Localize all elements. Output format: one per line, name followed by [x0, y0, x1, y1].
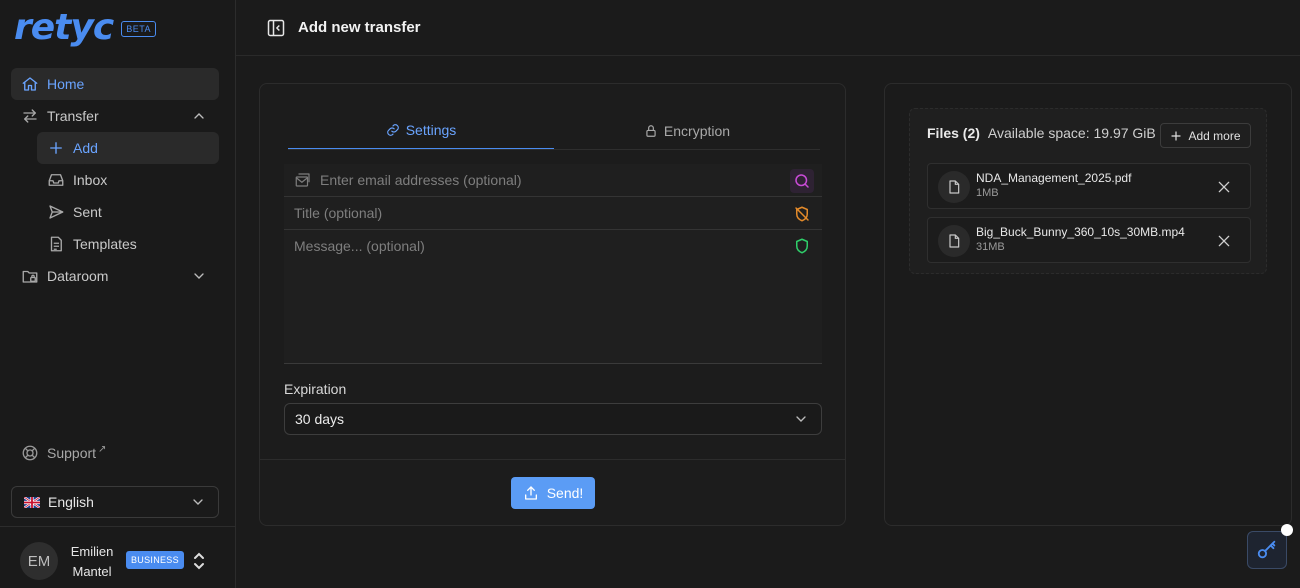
sidebar-item-label: Dataroom — [47, 268, 109, 284]
chevrons-up-down-icon[interactable] — [191, 551, 207, 571]
sidebar-nav: Home Transfer Add Inbox Sent Templates D… — [11, 68, 219, 292]
lifebuoy-icon — [21, 444, 39, 462]
plan-badge: BUSINESS — [126, 551, 184, 569]
mail-icon — [294, 171, 312, 189]
document-icon — [47, 235, 65, 253]
form-footer: Send! — [260, 459, 845, 525]
home-icon — [21, 75, 39, 93]
files-header: Files (2) Available space: 19.97 GiB — [927, 125, 1156, 141]
file-size: 1MB — [976, 187, 999, 199]
tab-label: Settings — [405, 122, 457, 138]
title-placeholder: Title (optional) — [294, 205, 383, 221]
email-field[interactable]: Enter email addresses (optional) — [284, 164, 822, 197]
files-dropzone[interactable]: Files (2) Available space: 19.97 GiB Add… — [909, 108, 1267, 274]
sidebar-item-label: Templates — [73, 236, 137, 252]
close-icon[interactable] — [1216, 233, 1232, 249]
sidebar-item-home[interactable]: Home — [11, 68, 219, 100]
close-icon[interactable] — [1216, 179, 1232, 195]
beta-badge: BETA — [121, 21, 157, 37]
chevron-down-icon[interactable] — [191, 268, 207, 284]
file-icon — [938, 225, 970, 257]
send-icon — [47, 203, 65, 221]
message-field[interactable]: Message... (optional) — [284, 230, 822, 263]
language-label: English — [48, 494, 94, 510]
sidebar-item-label: Add — [73, 140, 98, 156]
uk-flag-icon — [24, 496, 40, 508]
support-link[interactable]: Support ↗ — [21, 444, 106, 462]
file-name: Big_Buck_Bunny_360_10s_30MB.mp4 — [976, 225, 1185, 239]
tab-encryption[interactable]: Encryption — [554, 112, 820, 149]
sidebar-item-label: Home — [47, 76, 85, 92]
arrows-transfer-icon — [21, 107, 39, 125]
title-field[interactable]: Title (optional) — [284, 197, 822, 230]
language-select[interactable]: English — [11, 486, 219, 518]
transfer-form-card: Settings Encryption Enter email addresse… — [259, 83, 846, 526]
tab-bar: Settings Encryption — [288, 112, 820, 150]
sidebar-item-dataroom[interactable]: Dataroom — [11, 260, 219, 292]
sidebar-item-inbox[interactable]: Inbox — [37, 164, 219, 196]
sidebar-item-label: Transfer — [47, 108, 99, 124]
external-link-icon: ↗ — [98, 443, 107, 455]
shield-check-icon — [790, 234, 814, 258]
sidebar-item-templates[interactable]: Templates — [37, 228, 219, 260]
sidebar-item-label: Sent — [73, 204, 102, 220]
avatar[interactable]: EM — [20, 542, 58, 580]
file-size: 31MB — [976, 241, 1005, 253]
message-placeholder: Message... (optional) — [294, 238, 425, 254]
file-item: NDA_Management_2025.pdf 1MB — [927, 163, 1251, 209]
plus-icon — [1170, 130, 1182, 142]
sidebar-toggle-icon[interactable] — [266, 18, 286, 38]
folder-lock-icon — [21, 267, 39, 285]
key-icon — [1256, 539, 1278, 561]
sidebar-item-label: Inbox — [73, 172, 108, 188]
file-name: NDA_Management_2025.pdf — [976, 171, 1132, 185]
sidebar-item-transfer[interactable]: Transfer — [11, 100, 219, 132]
files-count: Files (2) — [927, 125, 980, 141]
sidebar: retyc BETA Home Transfer Add Inbox Sent … — [0, 0, 236, 588]
divider — [0, 526, 236, 527]
sidebar-item-sent[interactable]: Sent — [37, 196, 219, 228]
plus-icon — [47, 139, 65, 157]
chevron-down-icon — [190, 494, 206, 510]
link-icon — [386, 123, 400, 137]
expiration-value: 30 days — [295, 411, 345, 427]
chevron-down-icon — [793, 411, 809, 427]
message-form: Enter email addresses (optional) Title (… — [284, 164, 822, 364]
add-more-button[interactable]: Add more — [1160, 123, 1251, 148]
shield-off-icon — [790, 202, 814, 226]
tab-label: Encryption — [663, 122, 731, 139]
inbox-icon — [47, 171, 65, 189]
expiration-label: Expiration — [284, 381, 347, 397]
upload-icon — [523, 485, 539, 501]
logo[interactable]: retyc BETA — [14, 7, 157, 48]
key-button[interactable] — [1247, 531, 1287, 569]
support-label: Support — [47, 445, 97, 461]
file-icon — [938, 171, 970, 203]
files-card: Files (2) Available space: 19.97 GiB Add… — [884, 83, 1292, 526]
sidebar-item-add[interactable]: Add — [37, 132, 219, 164]
add-more-label: Add more — [1188, 128, 1241, 143]
tab-settings[interactable]: Settings — [288, 112, 554, 149]
chevron-up-icon[interactable] — [191, 108, 207, 124]
page-header: Add new transfer — [236, 0, 1300, 56]
send-button[interactable]: Send! — [511, 477, 595, 509]
email-placeholder: Enter email addresses (optional) — [320, 172, 522, 188]
logo-text: retyc — [14, 7, 114, 48]
user-name: Emilien Mantel — [70, 544, 114, 579]
available-space: Available space: 19.97 GiB — [987, 125, 1156, 141]
notification-dot — [1281, 524, 1293, 536]
expiration-select[interactable]: 30 days — [284, 403, 822, 435]
file-item: Big_Buck_Bunny_360_10s_30MB.mp4 31MB — [927, 217, 1251, 263]
lock-icon — [644, 124, 658, 138]
send-label: Send! — [546, 485, 584, 501]
page-title: Add new transfer — [298, 19, 421, 36]
search-icon[interactable] — [790, 169, 814, 193]
